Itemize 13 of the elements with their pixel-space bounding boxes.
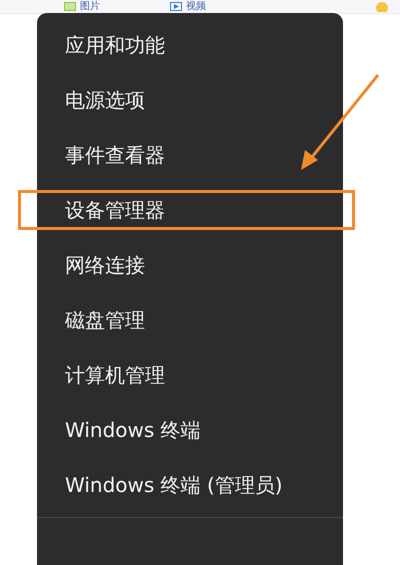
menu-item[interactable]: Windows 终端 — [37, 403, 343, 458]
menu-item[interactable]: 应用和功能 — [37, 18, 343, 73]
menu-item[interactable]: Windows 终端 (管理员) — [37, 458, 343, 513]
menu-item[interactable]: 设备管理器 — [37, 183, 343, 238]
menu-item[interactable]: 计算机管理 — [37, 348, 343, 403]
menu-item[interactable]: 事件查看器 — [37, 128, 343, 183]
toolbar-link[interactable]: 图片 — [80, 0, 100, 12]
menu-item[interactable]: 电源选项 — [37, 73, 343, 128]
picture-icon — [64, 2, 76, 11]
toolbar-link[interactable]: 视频 — [186, 0, 206, 12]
video-icon — [170, 2, 182, 11]
menu-item[interactable]: 网络连接 — [37, 238, 343, 293]
menu-item[interactable]: 磁盘管理 — [37, 293, 343, 348]
